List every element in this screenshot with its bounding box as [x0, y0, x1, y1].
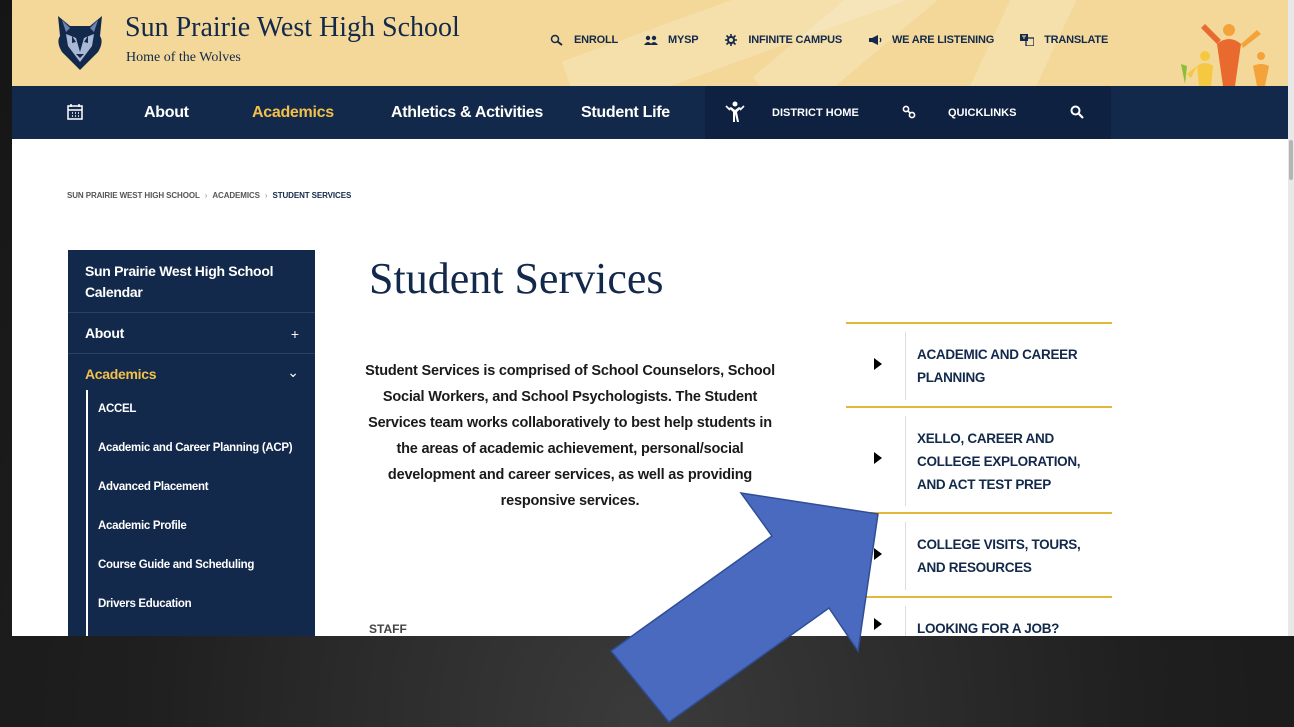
breadcrumb-home[interactable]: SUN PRAIRIE WEST HIGH SCHOOL: [67, 191, 200, 200]
nav-about[interactable]: About: [144, 104, 189, 122]
breadcrumb-academics[interactable]: ACADEMICS: [212, 191, 260, 200]
sidebar-about-label: About: [85, 325, 124, 341]
sidebar-item-about[interactable]: About +: [68, 313, 315, 354]
enroll-link[interactable]: ENROLL: [550, 34, 618, 46]
translate-icon: [1020, 34, 1035, 46]
breadcrumb-separator-icon: ›: [264, 191, 268, 200]
sidebar-sub-drivers-education[interactable]: Drivers Education: [98, 598, 192, 610]
link-icon: [902, 105, 916, 119]
nav-athletics-activities[interactable]: Athletics & Activities: [391, 104, 543, 122]
sidebar-calendar-label: Sun Prairie West High School Calendar: [85, 263, 274, 300]
school-tagline: Home of the Wolves: [126, 50, 241, 65]
sidebar-item-academics[interactable]: Academics ⌄: [68, 354, 315, 390]
users-icon: [644, 35, 659, 45]
breadcrumb-separator-icon: ›: [204, 191, 208, 200]
nav-academics[interactable]: Academics: [252, 104, 334, 122]
intro-paragraph: Student Services is comprised of School …: [365, 363, 775, 509]
translate-label: TRANSLATE: [1044, 34, 1109, 46]
accordion-divider: [905, 522, 906, 590]
sidebar-sub-academic-profile[interactable]: Academic Profile: [98, 520, 187, 532]
district-home-icon: [725, 101, 745, 122]
quicklinks-link[interactable]: QUICKLINKS: [948, 107, 1016, 119]
we-are-listening-link[interactable]: WE ARE LISTENING: [868, 34, 994, 46]
sidebar-item-calendar[interactable]: Sun Prairie West High School Calendar: [68, 250, 315, 313]
enroll-label: ENROLL: [574, 34, 619, 46]
expand-arrow-icon: [874, 618, 882, 630]
accordion-label: XELLO, CAREER AND COLLEGE EXPLORATION, A…: [917, 431, 1081, 492]
mysp-label: MYSP: [668, 34, 699, 46]
school-name[interactable]: Sun Prairie West High School: [125, 12, 460, 44]
accordion-label: ACADEMIC AND CAREER PLANNING: [917, 347, 1078, 385]
accordion-divider: [905, 606, 906, 636]
infinite-campus-label: INFINITE CAMPUS: [748, 34, 842, 46]
sidebar-sub-accel[interactable]: ACCEL: [98, 403, 136, 415]
browser-viewport: Sun Prairie West High School Home of the…: [12, 0, 1288, 636]
accordion-item-college-visits[interactable]: COLLEGE VISITS, TOURS, AND RESOURCES: [846, 512, 1112, 596]
expand-plus-icon[interactable]: +: [291, 326, 299, 342]
accordion-label: LOOKING FOR A JOB?: [917, 621, 1060, 636]
page-title: Student Services: [369, 254, 664, 303]
accordion-label: COLLEGE VISITS, TOURS, AND RESOURCES: [917, 537, 1081, 575]
utility-links: ENROLL MYSP INFINITE CAMPUS WE ARE LISTE…: [550, 34, 1134, 46]
breadcrumb: SUN PRAIRIE WEST HIGH SCHOOL › ACADEMICS › S…: [67, 191, 351, 200]
sidebar-sub-acp[interactable]: Academic and Career Planning (ACP): [98, 442, 293, 454]
mysp-link[interactable]: MYSP: [644, 34, 699, 46]
accordion-divider: [905, 332, 906, 400]
district-home-link[interactable]: DISTRICT HOME: [772, 107, 859, 119]
collapse-chevron-icon[interactable]: ⌄: [287, 364, 299, 381]
expand-arrow-icon: [874, 452, 882, 464]
we-are-listening-label: WE ARE LISTENING: [891, 34, 995, 46]
sidebar-sub-course-guide[interactable]: Course Guide and Scheduling: [98, 559, 254, 571]
translate-link[interactable]: TRANSLATE: [1020, 34, 1108, 46]
site-header: Sun Prairie West High School Home of the…: [12, 0, 1288, 86]
nav-student-life[interactable]: Student Life: [581, 104, 670, 122]
search-icon[interactable]: [1070, 105, 1084, 119]
accordion-divider: [905, 416, 906, 506]
infinite-campus-link[interactable]: INFINITE CAMPUS: [724, 34, 842, 46]
megaphone-icon: [868, 35, 882, 45]
scrollbar-thumb[interactable]: [1289, 140, 1293, 180]
sidebar-academics-label: Academics: [85, 366, 157, 382]
accordion-item-xello[interactable]: XELLO, CAREER AND COLLEGE EXPLORATION, A…: [846, 406, 1112, 512]
gear-icon: [725, 34, 738, 46]
expand-arrow-icon: [874, 358, 882, 370]
page-scrollbar[interactable]: [1288, 0, 1294, 636]
accordion-item-looking-for-job[interactable]: LOOKING FOR A JOB?: [846, 596, 1112, 636]
wolf-logo-icon[interactable]: [54, 12, 106, 72]
staff-heading: STAFF: [369, 622, 407, 636]
main-nav: About Academics Athletics & Activities S…: [12, 86, 1288, 139]
breadcrumb-current: STUDENT SERVICES: [272, 191, 352, 200]
accordion-item-academic-career-planning[interactable]: ACADEMIC AND CAREER PLANNING: [846, 322, 1112, 406]
calendar-icon[interactable]: [67, 104, 83, 120]
expand-arrow-icon: [874, 548, 882, 560]
sidebar-submenu-line: [86, 390, 88, 636]
district-figures-logo-icon: [1181, 24, 1269, 86]
sidebar-nav: Sun Prairie West High School Calendar Ab…: [68, 250, 315, 636]
sidebar-sub-advanced-placement[interactable]: Advanced Placement: [98, 481, 209, 493]
enroll-icon: [550, 34, 563, 46]
